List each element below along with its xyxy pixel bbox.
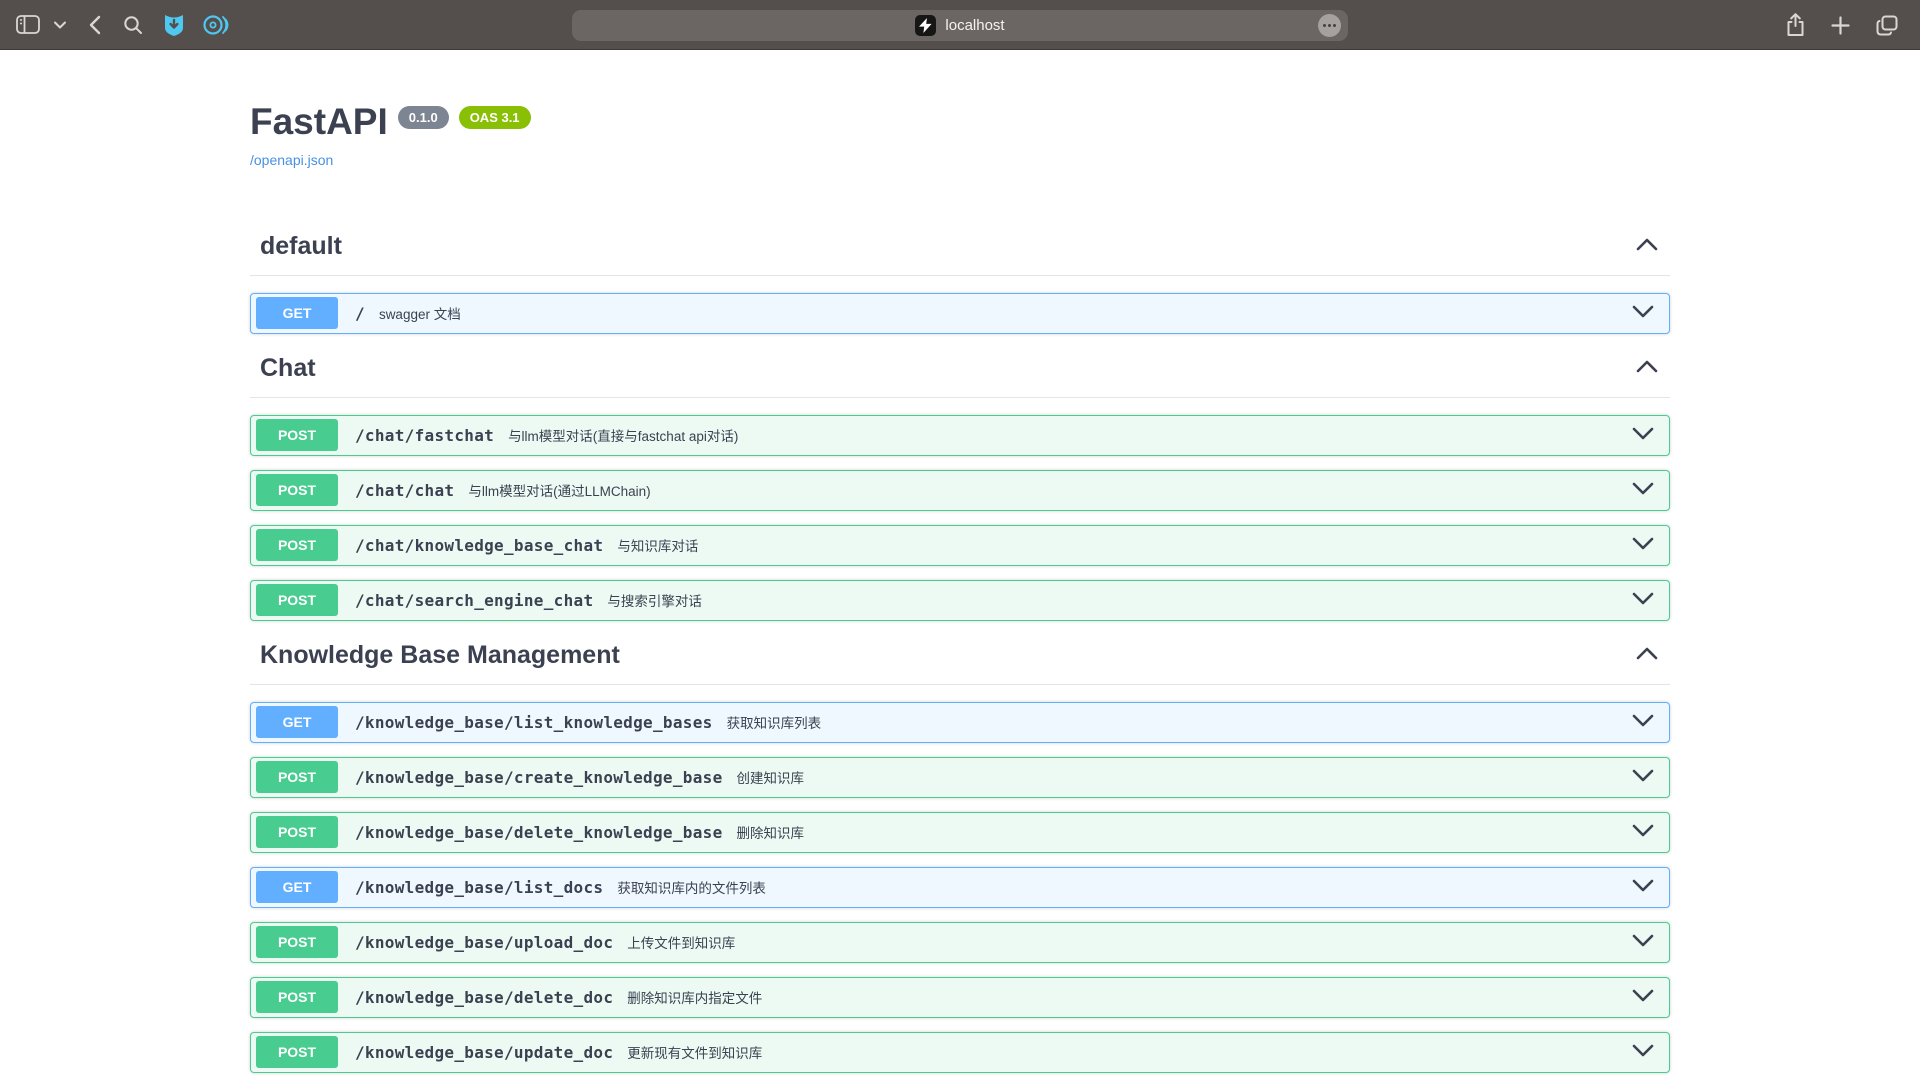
toolbar-left-group xyxy=(0,13,229,37)
chevron-down-icon[interactable] xyxy=(1617,879,1669,895)
api-section: Knowledge Base Management GET /knowledge… xyxy=(250,635,1670,1080)
endpoint-summary: 获取知识库列表 xyxy=(727,712,1617,732)
endpoint-list: GET /knowledge_base/list_knowledge_bases… xyxy=(250,685,1670,1080)
method-badge: POST xyxy=(256,926,338,958)
endpoint-summary: 获取知识库内的文件列表 xyxy=(617,877,1617,897)
endpoint-summary: 删除知识库内指定文件 xyxy=(627,987,1617,1007)
chevron-down-icon[interactable] xyxy=(1617,427,1669,443)
openapi-spec-link[interactable]: /openapi.json xyxy=(250,152,333,168)
section-title: default xyxy=(260,232,342,261)
endpoint-summary: 与llm模型对话(直接与fastchat api对话) xyxy=(508,425,1617,445)
endpoint-summary: 与知识库对话 xyxy=(617,535,1617,555)
endpoint-summary: 与搜索引擎对话 xyxy=(607,590,1617,610)
endpoint-path: /chat/knowledge_base_chat xyxy=(355,536,603,555)
oas-badge: OAS 3.1 xyxy=(459,106,531,129)
chevron-down-icon[interactable] xyxy=(1617,934,1669,950)
api-section: Chat POST /chat/fastchat 与llm模型对话(直接与fas… xyxy=(250,348,1670,621)
toolbar-right-group xyxy=(1786,0,1898,50)
endpoint-row[interactable]: POST /chat/chat 与llm模型对话(通过LLMChain) xyxy=(250,470,1670,511)
endpoint-row[interactable]: GET /knowledge_base/list_knowledge_bases… xyxy=(250,702,1670,743)
endpoint-row[interactable]: POST /knowledge_base/update_doc 更新现有文件到知… xyxy=(250,1032,1670,1073)
endpoint-row[interactable]: GET /knowledge_base/list_docs 获取知识库内的文件列… xyxy=(250,867,1670,908)
chevron-down-icon[interactable] xyxy=(1617,305,1669,321)
method-badge: POST xyxy=(256,529,338,561)
method-badge: GET xyxy=(256,871,338,903)
site-favicon xyxy=(915,15,936,36)
endpoint-path: /knowledge_base/list_knowledge_bases xyxy=(355,713,713,732)
chevron-up-icon[interactable] xyxy=(1624,647,1670,663)
chevron-up-icon[interactable] xyxy=(1624,360,1670,376)
chevron-down-icon[interactable] xyxy=(1617,537,1669,553)
endpoint-path: /knowledge_base/create_knowledge_base xyxy=(355,768,723,787)
section-header[interactable]: default xyxy=(250,226,1670,276)
page-settings-button[interactable] xyxy=(1318,14,1341,37)
endpoint-summary: swagger 文档 xyxy=(379,303,1617,323)
method-badge: POST xyxy=(256,981,338,1013)
chevron-down-icon[interactable] xyxy=(1617,714,1669,730)
section-title: Chat xyxy=(260,354,316,383)
sidebar-toggle-button[interactable] xyxy=(16,15,40,34)
method-badge: POST xyxy=(256,419,338,451)
search-icon[interactable] xyxy=(123,15,143,35)
endpoint-row[interactable]: POST /chat/search_engine_chat 与搜索引擎对话 xyxy=(250,580,1670,621)
method-badge: POST xyxy=(256,474,338,506)
endpoint-summary: 删除知识库 xyxy=(737,822,1617,842)
section-header[interactable]: Chat xyxy=(250,348,1670,398)
circles-extension-icon[interactable] xyxy=(203,13,229,37)
chevron-up-icon[interactable] xyxy=(1624,238,1670,254)
endpoint-path: /chat/search_engine_chat xyxy=(355,591,593,610)
url-text: localhost xyxy=(945,17,1004,34)
swagger-page: FastAPI 0.1.0 OAS 3.1 /openapi.json defa… xyxy=(250,50,1670,1080)
endpoint-row[interactable]: POST /knowledge_base/create_knowledge_ba… xyxy=(250,757,1670,798)
endpoint-path: /chat/fastchat xyxy=(355,426,494,445)
endpoint-list: GET / swagger 文档 xyxy=(250,276,1670,334)
endpoint-summary: 创建知识库 xyxy=(737,767,1617,787)
new-tab-button[interactable] xyxy=(1831,16,1850,35)
endpoint-summary: 与llm模型对话(通过LLMChain) xyxy=(468,480,1617,500)
api-title-block: FastAPI 0.1.0 OAS 3.1 xyxy=(250,102,1670,143)
endpoint-path: / xyxy=(355,304,365,323)
chevron-down-icon[interactable] xyxy=(1617,592,1669,608)
chevron-down-icon[interactable] xyxy=(1617,824,1669,840)
endpoint-row[interactable]: POST /knowledge_base/upload_doc 上传文件到知识库 xyxy=(250,922,1670,963)
shield-extension-icon[interactable] xyxy=(163,13,185,37)
page-title: FastAPI xyxy=(250,102,388,143)
endpoint-summary: 更新现有文件到知识库 xyxy=(627,1042,1617,1062)
endpoint-row[interactable]: POST /knowledge_base/delete_knowledge_ba… xyxy=(250,812,1670,853)
share-icon[interactable] xyxy=(1786,13,1805,37)
browser-toolbar: localhost xyxy=(0,0,1920,50)
api-sections: default GET / swagger 文档 Chat xyxy=(250,226,1670,1080)
endpoint-list: POST /chat/fastchat 与llm模型对话(直接与fastchat… xyxy=(250,398,1670,621)
endpoint-row[interactable]: POST /knowledge_base/delete_doc 删除知识库内指定… xyxy=(250,977,1670,1018)
section-title: Knowledge Base Management xyxy=(260,641,620,670)
endpoint-row[interactable]: POST /chat/fastchat 与llm模型对话(直接与fastchat… xyxy=(250,415,1670,456)
endpoint-row[interactable]: POST /chat/knowledge_base_chat 与知识库对话 xyxy=(250,525,1670,566)
endpoint-path: /knowledge_base/delete_knowledge_base xyxy=(355,823,723,842)
chevron-down-icon[interactable] xyxy=(54,21,66,29)
endpoint-path: /chat/chat xyxy=(355,481,454,500)
version-badge: 0.1.0 xyxy=(398,106,449,129)
section-header[interactable]: Knowledge Base Management xyxy=(250,635,1670,685)
endpoint-summary: 上传文件到知识库 xyxy=(627,932,1617,952)
endpoint-path: /knowledge_base/list_docs xyxy=(355,878,603,897)
method-badge: POST xyxy=(256,816,338,848)
method-badge: POST xyxy=(256,584,338,616)
method-badge: GET xyxy=(256,706,338,738)
chevron-down-icon[interactable] xyxy=(1617,1044,1669,1060)
endpoint-path: /knowledge_base/upload_doc xyxy=(355,933,613,952)
chevron-down-icon[interactable] xyxy=(1617,769,1669,785)
back-button[interactable] xyxy=(88,15,101,35)
endpoint-path: /knowledge_base/delete_doc xyxy=(355,988,613,1007)
method-badge: GET xyxy=(256,297,338,329)
chevron-down-icon[interactable] xyxy=(1617,482,1669,498)
chevron-down-icon[interactable] xyxy=(1617,989,1669,1005)
api-section: default GET / swagger 文档 xyxy=(250,226,1670,334)
endpoint-row[interactable]: GET / swagger 文档 xyxy=(250,293,1670,334)
tab-overview-icon[interactable] xyxy=(1876,15,1898,36)
address-bar[interactable]: localhost xyxy=(572,10,1348,41)
method-badge: POST xyxy=(256,761,338,793)
method-badge: POST xyxy=(256,1036,338,1068)
endpoint-path: /knowledge_base/update_doc xyxy=(355,1043,613,1062)
